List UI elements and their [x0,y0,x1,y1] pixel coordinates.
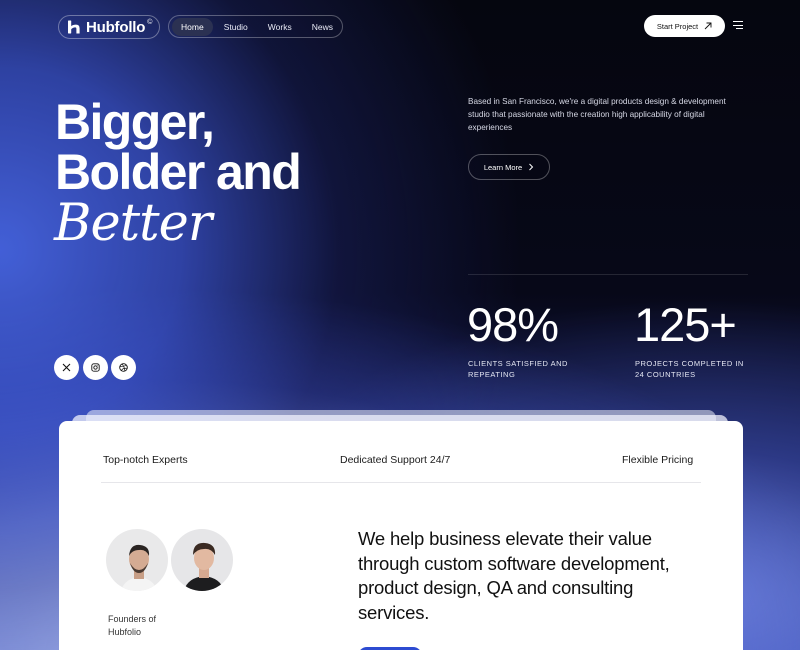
card-divider [101,482,701,483]
stat-label-satisfied: CLIENTS SATISFIED AND REPEATING [468,359,568,379]
nav-item-works[interactable]: Works [259,18,301,36]
social-instagram-button[interactable] [83,355,108,380]
intro-text: Based in San Francisco, we're a digital … [468,97,726,132]
founders-label: Founders of Hubfolio [108,614,157,637]
avatar [169,527,235,593]
avatar [104,527,170,593]
hero-title-line2: Bolder and [55,144,302,200]
logo-mark-icon [68,20,80,34]
dribbble-icon [119,363,128,372]
stats-divider [468,274,748,275]
nav-item-news[interactable]: News [303,18,342,36]
learn-more-label: Learn More [483,162,523,172]
stat-value-satisfied: 98% [467,298,559,351]
nav-item-studio[interactable]: Studio [215,18,257,36]
feature-experts: Top-notch Experts [103,454,188,466]
start-project-button[interactable]: Start Project [644,15,725,37]
stat-label-projects: PROJECTS COMPLETED IN 24 COUNTRIES [635,359,744,379]
logo-text: Hubfollo [86,18,146,36]
start-project-label: Start Project [656,21,699,31]
nav-item-home[interactable]: Home [172,17,213,36]
logo-trademark: © [147,18,153,26]
hero-title-line1: Bigger, [55,94,215,150]
services-card: Top-notch Experts Dedicated Support 24/7… [59,421,743,650]
hero-title-italic: Better [54,194,212,253]
feature-pricing: Flexible Pricing [622,454,694,466]
x-icon [62,363,71,372]
logo[interactable]: Hubfollo © [58,15,160,39]
instagram-icon [91,363,100,372]
arrow-up-right-icon [704,22,712,30]
menu-icon[interactable] [733,21,743,30]
social-dribbble-button[interactable] [111,355,136,380]
stat-value-projects: 125+ [634,298,737,351]
pitch-text: We help business elevate their value thr… [358,528,670,623]
feature-support: Dedicated Support 24/7 [340,454,451,466]
social-x-button[interactable] [54,355,79,380]
learn-more-button[interactable]: Learn More [468,154,550,180]
chevron-right-icon [529,163,534,171]
main-nav: Home Studio Works News [168,15,343,38]
